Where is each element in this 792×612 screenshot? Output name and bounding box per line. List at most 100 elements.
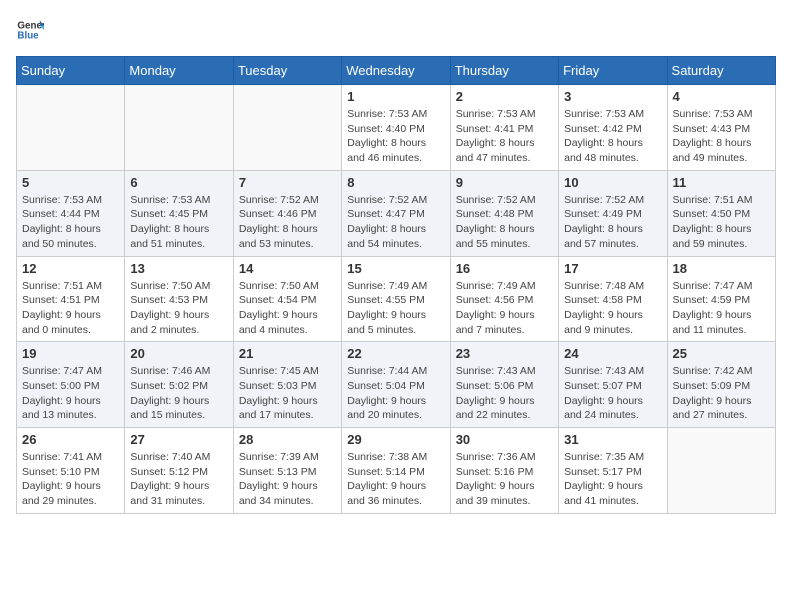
day-cell: 6 Sunrise: 7:53 AM Sunset: 4:45 PM Daylig… — [125, 170, 233, 256]
day-cell: 21 Sunrise: 7:45 AM Sunset: 5:03 PM Dayli… — [233, 342, 341, 428]
col-header-saturday: Saturday — [667, 57, 775, 85]
day-cell: 5Sunrise: 7:53 AM Sunset: 4:44 PM Daylig… — [17, 170, 125, 256]
day-number: 21 — [239, 346, 336, 361]
day-cell — [17, 85, 125, 171]
day-number: 15 — [347, 261, 444, 276]
day-number: 8 — [347, 175, 444, 190]
day-number: 19 — [22, 346, 119, 361]
day-cell: 24Sunrise: 7:43 AM Sunset: 5:07 PM Dayli… — [559, 342, 667, 428]
day-cell — [125, 85, 233, 171]
day-number: 4 — [673, 89, 770, 104]
day-detail: Sunrise: 7:46 AM Sunset: 5:02 PM Dayligh… — [130, 364, 227, 423]
day-detail: Sunrise: 7:49 AM Sunset: 4:55 PM Dayligh… — [347, 279, 444, 338]
day-cell: 8 Sunrise: 7:52 AM Sunset: 4:47 PM Daylig… — [342, 170, 450, 256]
day-number: 22 — [347, 346, 444, 361]
col-header-sunday: Sunday — [17, 57, 125, 85]
day-cell: 26 Sunrise: 7:41 AM Sunset: 5:10 PM Dayli… — [17, 428, 125, 514]
day-number: 24 — [564, 346, 661, 361]
day-detail: Sunrise: 7:52 AM Sunset: 4:49 PM Dayligh… — [564, 193, 661, 252]
day-detail: Sunrise: 7:36 AM Sunset: 5:16 PM Dayligh… — [456, 450, 553, 509]
day-detail: Sunrise: 7:35 AM Sunset: 5:17 PM Dayligh… — [564, 450, 661, 509]
day-number: 17 — [564, 261, 661, 276]
day-number: 10 — [564, 175, 661, 190]
logo: General Blue — [16, 16, 48, 44]
svg-text:Blue: Blue — [17, 30, 39, 41]
day-number: 28 — [239, 432, 336, 447]
day-cell: 22 Sunrise: 7:44 AM Sunset: 5:04 PM Dayli… — [342, 342, 450, 428]
day-detail: Sunrise: 7:48 AM Sunset: 4:58 PM Dayligh… — [564, 279, 661, 338]
day-number: 13 — [130, 261, 227, 276]
day-detail: Sunrise: 7:53 AM Sunset: 4:43 PM Dayligh… — [673, 107, 770, 166]
day-number: 5 — [22, 175, 119, 190]
day-cell: 13 Sunrise: 7:50 AM Sunset: 4:53 PM Dayli… — [125, 256, 233, 342]
day-detail: Sunrise: 7:49 AM Sunset: 4:56 PM Dayligh… — [456, 279, 553, 338]
col-header-monday: Monday — [125, 57, 233, 85]
day-detail: Sunrise: 7:45 AM Sunset: 5:03 PM Dayligh… — [239, 364, 336, 423]
day-detail: Sunrise: 7:39 AM Sunset: 5:13 PM Dayligh… — [239, 450, 336, 509]
day-detail: Sunrise: 7:51 AM Sunset: 4:50 PM Dayligh… — [673, 193, 770, 252]
day-number: 16 — [456, 261, 553, 276]
week-row-5: 26 Sunrise: 7:41 AM Sunset: 5:10 PM Dayli… — [17, 428, 776, 514]
header-row: SundayMondayTuesdayWednesdayThursdayFrid… — [17, 57, 776, 85]
day-cell: 31 Sunrise: 7:35 AM Sunset: 5:17 PM Dayli… — [559, 428, 667, 514]
day-cell: 28 Sunrise: 7:39 AM Sunset: 5:13 PM Dayli… — [233, 428, 341, 514]
day-number: 12 — [22, 261, 119, 276]
day-detail: Sunrise: 7:41 AM Sunset: 5:10 PM Dayligh… — [22, 450, 119, 509]
day-detail: Sunrise: 7:52 AM Sunset: 4:46 PM Dayligh… — [239, 193, 336, 252]
day-detail: Sunrise: 7:40 AM Sunset: 5:12 PM Dayligh… — [130, 450, 227, 509]
day-cell: 27Sunrise: 7:40 AM Sunset: 5:12 PM Dayli… — [125, 428, 233, 514]
day-detail: Sunrise: 7:44 AM Sunset: 5:04 PM Dayligh… — [347, 364, 444, 423]
day-number: 11 — [673, 175, 770, 190]
day-cell: 17 Sunrise: 7:48 AM Sunset: 4:58 PM Dayli… — [559, 256, 667, 342]
day-detail: Sunrise: 7:42 AM Sunset: 5:09 PM Dayligh… — [673, 364, 770, 423]
day-cell — [233, 85, 341, 171]
day-cell: 15 Sunrise: 7:49 AM Sunset: 4:55 PM Dayli… — [342, 256, 450, 342]
day-number: 2 — [456, 89, 553, 104]
day-detail: Sunrise: 7:47 AM Sunset: 5:00 PM Dayligh… — [22, 364, 119, 423]
day-number: 9 — [456, 175, 553, 190]
calendar-table: SundayMondayTuesdayWednesdayThursdayFrid… — [16, 56, 776, 514]
day-number: 23 — [456, 346, 553, 361]
day-cell: 25 Sunrise: 7:42 AM Sunset: 5:09 PM Dayli… — [667, 342, 775, 428]
day-cell: 3Sunrise: 7:53 AM Sunset: 4:42 PM Daylig… — [559, 85, 667, 171]
day-number: 30 — [456, 432, 553, 447]
day-number: 29 — [347, 432, 444, 447]
day-detail: Sunrise: 7:50 AM Sunset: 4:53 PM Dayligh… — [130, 279, 227, 338]
day-number: 7 — [239, 175, 336, 190]
page-header: General Blue — [16, 16, 776, 44]
day-detail: Sunrise: 7:50 AM Sunset: 4:54 PM Dayligh… — [239, 279, 336, 338]
day-detail: Sunrise: 7:53 AM Sunset: 4:41 PM Dayligh… — [456, 107, 553, 166]
logo-icon: General Blue — [16, 16, 44, 44]
day-cell: 18Sunrise: 7:47 AM Sunset: 4:59 PM Dayli… — [667, 256, 775, 342]
day-number: 14 — [239, 261, 336, 276]
day-number: 26 — [22, 432, 119, 447]
day-number: 6 — [130, 175, 227, 190]
day-number: 1 — [347, 89, 444, 104]
col-header-tuesday: Tuesday — [233, 57, 341, 85]
day-detail: Sunrise: 7:53 AM Sunset: 4:45 PM Dayligh… — [130, 193, 227, 252]
day-cell: 16 Sunrise: 7:49 AM Sunset: 4:56 PM Dayli… — [450, 256, 558, 342]
day-number: 3 — [564, 89, 661, 104]
day-cell: 2 Sunrise: 7:53 AM Sunset: 4:41 PM Daylig… — [450, 85, 558, 171]
day-detail: Sunrise: 7:51 AM Sunset: 4:51 PM Dayligh… — [22, 279, 119, 338]
day-cell: 23 Sunrise: 7:43 AM Sunset: 5:06 PM Dayli… — [450, 342, 558, 428]
day-cell: 30 Sunrise: 7:36 AM Sunset: 5:16 PM Dayli… — [450, 428, 558, 514]
week-row-4: 19 Sunrise: 7:47 AM Sunset: 5:00 PM Dayli… — [17, 342, 776, 428]
day-detail: Sunrise: 7:52 AM Sunset: 4:47 PM Dayligh… — [347, 193, 444, 252]
day-cell: 11 Sunrise: 7:51 AM Sunset: 4:50 PM Dayli… — [667, 170, 775, 256]
week-row-3: 12 Sunrise: 7:51 AM Sunset: 4:51 PM Dayli… — [17, 256, 776, 342]
day-cell: 29Sunrise: 7:38 AM Sunset: 5:14 PM Dayli… — [342, 428, 450, 514]
day-number: 25 — [673, 346, 770, 361]
day-cell: 9 Sunrise: 7:52 AM Sunset: 4:48 PM Daylig… — [450, 170, 558, 256]
day-cell — [667, 428, 775, 514]
day-number: 18 — [673, 261, 770, 276]
day-number: 20 — [130, 346, 227, 361]
week-row-2: 5Sunrise: 7:53 AM Sunset: 4:44 PM Daylig… — [17, 170, 776, 256]
day-number: 31 — [564, 432, 661, 447]
day-cell: 1 Sunrise: 7:53 AM Sunset: 4:40 PM Daylig… — [342, 85, 450, 171]
day-detail: Sunrise: 7:43 AM Sunset: 5:06 PM Dayligh… — [456, 364, 553, 423]
day-cell: 10 Sunrise: 7:52 AM Sunset: 4:49 PM Dayli… — [559, 170, 667, 256]
day-detail: Sunrise: 7:52 AM Sunset: 4:48 PM Dayligh… — [456, 193, 553, 252]
day-detail: Sunrise: 7:53 AM Sunset: 4:40 PM Dayligh… — [347, 107, 444, 166]
col-header-friday: Friday — [559, 57, 667, 85]
